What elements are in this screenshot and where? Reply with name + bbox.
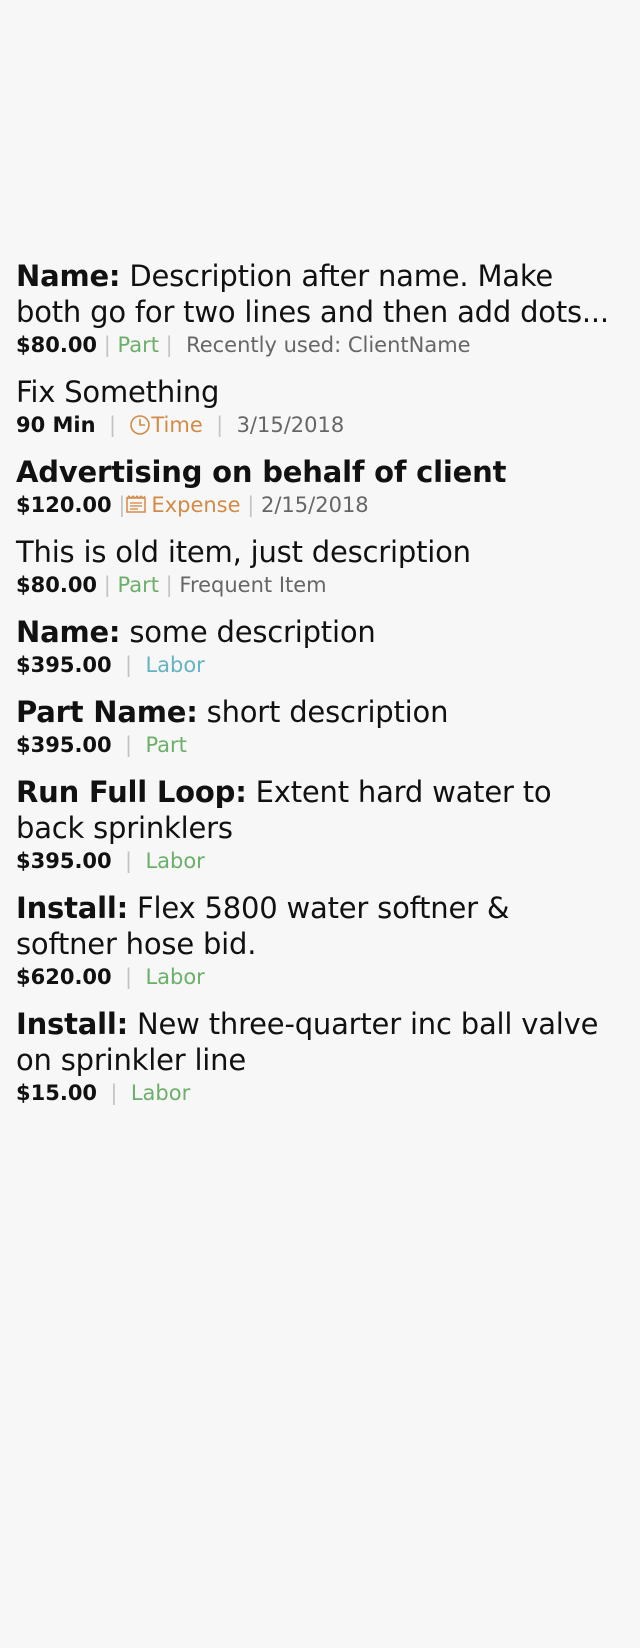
item-title: Fix Something bbox=[16, 374, 616, 410]
item-meta: $620.00 | Labor bbox=[16, 962, 616, 992]
list-item[interactable]: Part Name: short description $395.00 | P… bbox=[16, 694, 616, 760]
separator: | bbox=[111, 849, 146, 873]
separator: | bbox=[97, 573, 118, 597]
item-name: Run Full Loop: bbox=[16, 775, 247, 809]
item-price: $120.00 bbox=[16, 493, 112, 517]
list-item[interactable]: Run Full Loop: Extent hard water to back… bbox=[16, 774, 616, 876]
separator: | bbox=[97, 1081, 131, 1105]
item-meta: $395.00 | Labor bbox=[16, 846, 616, 876]
separator: | bbox=[111, 733, 146, 757]
list-item[interactable]: Install: New three-quarter inc ball valv… bbox=[16, 1006, 616, 1108]
item-meta: $395.00 | Part bbox=[16, 730, 616, 760]
item-price: $80.00 bbox=[16, 573, 98, 597]
item-type-badge: Expense bbox=[151, 493, 241, 517]
clock-icon bbox=[129, 414, 151, 436]
separator: | bbox=[158, 333, 187, 357]
list-item[interactable]: Install: Flex 5800 water softner & softn… bbox=[16, 890, 616, 992]
item-price: $395.00 bbox=[16, 849, 112, 873]
item-name: Part Name: bbox=[16, 695, 198, 729]
item-title: Run Full Loop: Extent hard water to back… bbox=[16, 774, 616, 846]
item-name: Name: bbox=[16, 259, 121, 293]
item-name: Install: bbox=[16, 1007, 129, 1041]
separator: | bbox=[158, 573, 180, 597]
list-item[interactable]: This is old item, just description $80.0… bbox=[16, 534, 616, 600]
item-list: Name: Description after name. Make both … bbox=[16, 258, 616, 1108]
item-title: Name: Description after name. Make both … bbox=[16, 258, 616, 330]
item-type-badge: Part bbox=[117, 333, 159, 357]
separator: | bbox=[240, 493, 261, 517]
separator: | bbox=[95, 413, 130, 437]
list-item[interactable]: Name: Description after name. Make both … bbox=[16, 258, 616, 360]
item-description: Advertising on behalf of client bbox=[16, 455, 507, 489]
item-description: This is old item, just description bbox=[16, 535, 471, 569]
item-meta: 90 Min | Time | 3/15/2018 bbox=[16, 410, 616, 440]
item-date: 2/15/2018 bbox=[260, 493, 369, 517]
item-type-badge: Labor bbox=[145, 849, 205, 873]
item-meta: $15.00 | Labor bbox=[16, 1078, 616, 1108]
receipt-icon bbox=[125, 495, 147, 515]
item-meta: $80.00 | Part | Frequent Item bbox=[16, 570, 616, 600]
separator: | bbox=[111, 653, 146, 677]
item-title: Name: some description bbox=[16, 614, 616, 650]
item-price: $395.00 bbox=[16, 653, 112, 677]
item-meta: $395.00 | Labor bbox=[16, 650, 616, 680]
item-price: $395.00 bbox=[16, 733, 112, 757]
item-type-badge: Labor bbox=[145, 653, 205, 677]
item-extra-info: Recently used: ClientName bbox=[186, 333, 471, 357]
item-date: 3/15/2018 bbox=[236, 413, 345, 437]
item-description: Fix Something bbox=[16, 375, 220, 409]
list-item[interactable]: Fix Something 90 Min | Time | 3/15/2018 bbox=[16, 374, 616, 440]
item-title: This is old item, just description bbox=[16, 534, 616, 570]
item-meta: $120.00 | Expense | 2/15/2018 bbox=[16, 490, 616, 520]
item-name: Install: bbox=[16, 891, 129, 925]
item-title: Part Name: short description bbox=[16, 694, 616, 730]
item-title: Install: New three-quarter inc ball valv… bbox=[16, 1006, 616, 1078]
item-price: $620.00 bbox=[16, 965, 112, 989]
item-name: Name: bbox=[16, 615, 121, 649]
separator: | bbox=[111, 493, 126, 517]
item-price: 90 Min bbox=[16, 413, 96, 437]
list-item[interactable]: Name: some description $395.00 | Labor bbox=[16, 614, 616, 680]
item-description: short description bbox=[206, 695, 449, 729]
separator: | bbox=[97, 333, 118, 357]
list-item[interactable]: Advertising on behalf of client $120.00 … bbox=[16, 454, 616, 520]
item-type-badge: Labor bbox=[145, 965, 205, 989]
item-extra-info: Frequent Item bbox=[179, 573, 327, 597]
separator: | bbox=[202, 413, 237, 437]
item-title: Advertising on behalf of client bbox=[16, 454, 616, 490]
item-title: Install: Flex 5800 water softner & softn… bbox=[16, 890, 616, 962]
item-type-badge: Part bbox=[117, 573, 159, 597]
item-type-badge: Time bbox=[151, 413, 203, 437]
item-price: $80.00 bbox=[16, 333, 98, 357]
item-description: some description bbox=[129, 615, 376, 649]
item-meta: $80.00 | Part | Recently used: ClientNam… bbox=[16, 330, 616, 360]
separator: | bbox=[111, 965, 146, 989]
item-type-badge: Labor bbox=[130, 1081, 191, 1105]
item-price: $15.00 bbox=[16, 1081, 98, 1105]
item-type-badge: Part bbox=[145, 733, 187, 757]
